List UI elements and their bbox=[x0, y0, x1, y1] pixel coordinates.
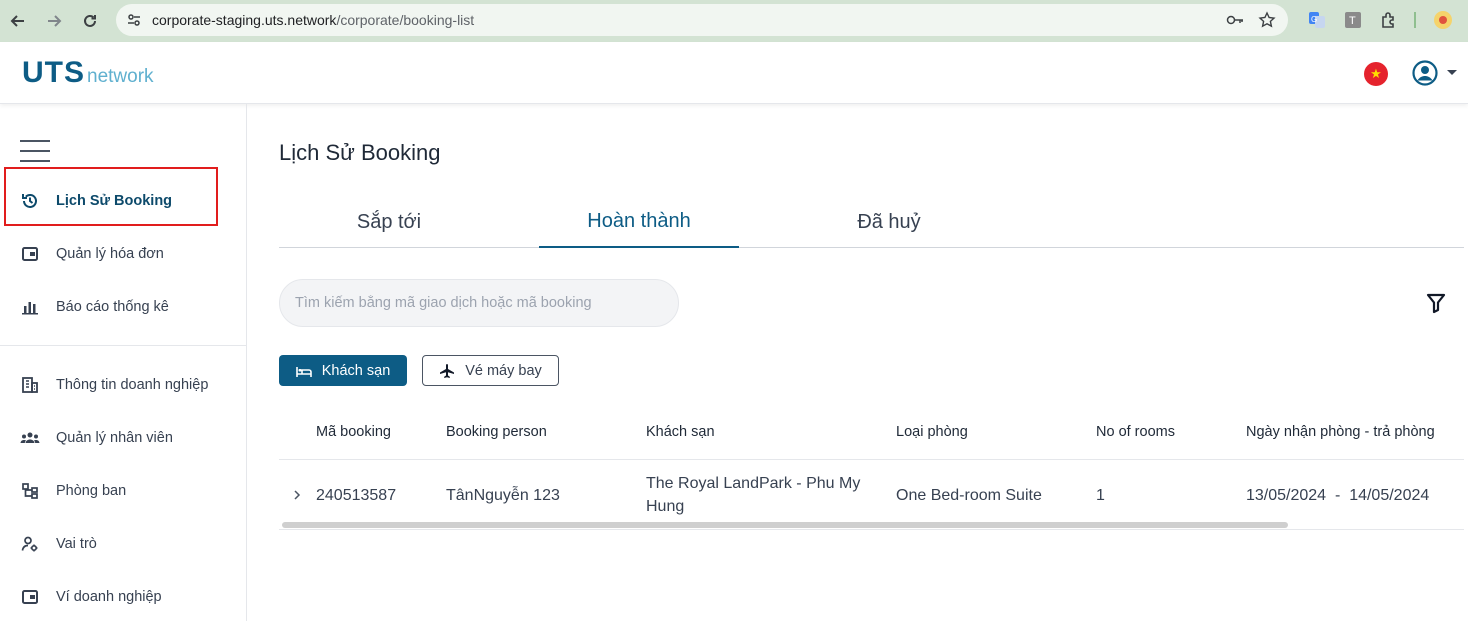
key-icon[interactable] bbox=[1226, 12, 1244, 28]
profile-avatar-icon[interactable] bbox=[1432, 9, 1454, 31]
url-text: corporate-staging.uts.network/corporate/… bbox=[152, 12, 475, 28]
text-extension-icon[interactable]: T bbox=[1342, 9, 1364, 31]
flight-filter-button[interactable]: Vé máy bay bbox=[422, 355, 559, 386]
menu-toggle-icon[interactable] bbox=[20, 140, 50, 162]
sidebar-divider bbox=[0, 345, 246, 346]
cell-hotel: The Royal LandPark - Phu My Hung bbox=[646, 475, 861, 515]
uts-logo[interactable]: UTS network bbox=[22, 56, 154, 90]
airplane-icon bbox=[439, 363, 455, 379]
wallet-icon bbox=[20, 244, 40, 264]
cell-rooms: 1 bbox=[1096, 486, 1105, 504]
table-row[interactable]: 240513587 TânNguyễn 123 The Royal LandPa… bbox=[279, 460, 1464, 530]
hotel-filter-button[interactable]: Khách sạn bbox=[279, 355, 407, 386]
column-header-rooms[interactable]: No of rooms bbox=[1096, 405, 1175, 459]
cell-dates: 13/05/2024 - 14/05/2024 bbox=[1246, 486, 1430, 504]
history-icon bbox=[20, 191, 40, 211]
bed-icon bbox=[295, 364, 312, 378]
cell-room-type: One Bed-room Suite bbox=[896, 486, 1042, 504]
building-icon bbox=[20, 375, 40, 395]
column-header-booking-code[interactable]: Mã booking bbox=[316, 405, 391, 459]
bookmark-star-icon[interactable] bbox=[1258, 11, 1276, 29]
bar-chart-icon bbox=[20, 297, 40, 317]
address-bar[interactable]: corporate-staging.uts.network/corporate/… bbox=[116, 4, 1288, 36]
tab-upcoming[interactable]: Sắp tới bbox=[289, 196, 489, 248]
tab-completed[interactable]: Hoàn thành bbox=[539, 196, 739, 248]
column-header-room-type[interactable]: Loại phòng bbox=[896, 405, 968, 459]
tab-cancelled[interactable]: Đã huỷ bbox=[789, 196, 989, 248]
column-header-hotel[interactable]: Khách sạn bbox=[646, 405, 715, 459]
sidebar-item-company-wallet[interactable]: Ví doanh nghiệp bbox=[0, 577, 246, 617]
user-menu[interactable] bbox=[1412, 60, 1458, 86]
app-header: UTS network ★ bbox=[0, 42, 1468, 104]
sidebar-item-invoices[interactable]: Quản lý hóa đơn bbox=[0, 234, 246, 274]
sidebar: Lịch Sử Booking Quản lý hóa đơn Báo cáo … bbox=[0, 104, 247, 621]
cell-booking-person: TânNguyễn 123 bbox=[446, 486, 560, 504]
caret-down-icon bbox=[1447, 70, 1457, 75]
back-arrow-icon bbox=[10, 15, 24, 27]
sidebar-item-reports[interactable]: Báo cáo thống kê bbox=[0, 287, 246, 327]
sidebar-item-roles[interactable]: Vai trò bbox=[0, 524, 246, 564]
wallet-icon bbox=[20, 587, 40, 607]
extensions-puzzle-icon[interactable] bbox=[1378, 9, 1400, 31]
sidebar-item-employees[interactable]: Quản lý nhân viên bbox=[0, 418, 246, 458]
vietnam-flag-icon[interactable]: ★ bbox=[1364, 62, 1388, 86]
toolbar-divider bbox=[1414, 12, 1416, 28]
search-input[interactable] bbox=[279, 279, 679, 327]
back-button[interactable] bbox=[6, 9, 30, 33]
svg-text:G: G bbox=[1311, 15, 1317, 24]
reload-button[interactable] bbox=[78, 9, 102, 33]
sidebar-item-departments[interactable]: Phòng ban bbox=[0, 471, 246, 511]
horizontal-scrollbar[interactable] bbox=[282, 522, 1288, 528]
svg-text:T: T bbox=[1349, 15, 1356, 27]
forward-button[interactable] bbox=[42, 9, 66, 33]
user-avatar-icon bbox=[1412, 60, 1438, 86]
user-gear-icon bbox=[20, 534, 40, 554]
reload-icon bbox=[84, 14, 96, 27]
column-header-dates[interactable]: Ngày nhận phòng - trả phòng bbox=[1246, 405, 1435, 459]
org-chart-icon bbox=[20, 481, 40, 501]
site-settings-icon[interactable] bbox=[126, 12, 142, 28]
translate-extension-icon[interactable]: G bbox=[1306, 9, 1328, 31]
booking-status-tabs: Sắp tới Hoàn thành Đã huỷ bbox=[279, 196, 1464, 248]
column-header-booking-person[interactable]: Booking person bbox=[446, 405, 547, 459]
forward-arrow-icon bbox=[48, 15, 62, 27]
sidebar-item-company-info[interactable]: Thông tin doanh nghiệp bbox=[0, 365, 246, 405]
browser-toolbar: corporate-staging.uts.network/corporate/… bbox=[0, 0, 1468, 42]
cell-booking-code: 240513587 bbox=[316, 486, 397, 504]
expand-row-chevron-icon[interactable] bbox=[291, 488, 303, 502]
group-icon bbox=[20, 428, 40, 448]
page-title: Lịch Sử Booking bbox=[279, 140, 441, 165]
filter-icon[interactable] bbox=[1425, 292, 1447, 314]
sidebar-item-booking-history[interactable]: Lịch Sử Booking bbox=[0, 181, 246, 221]
